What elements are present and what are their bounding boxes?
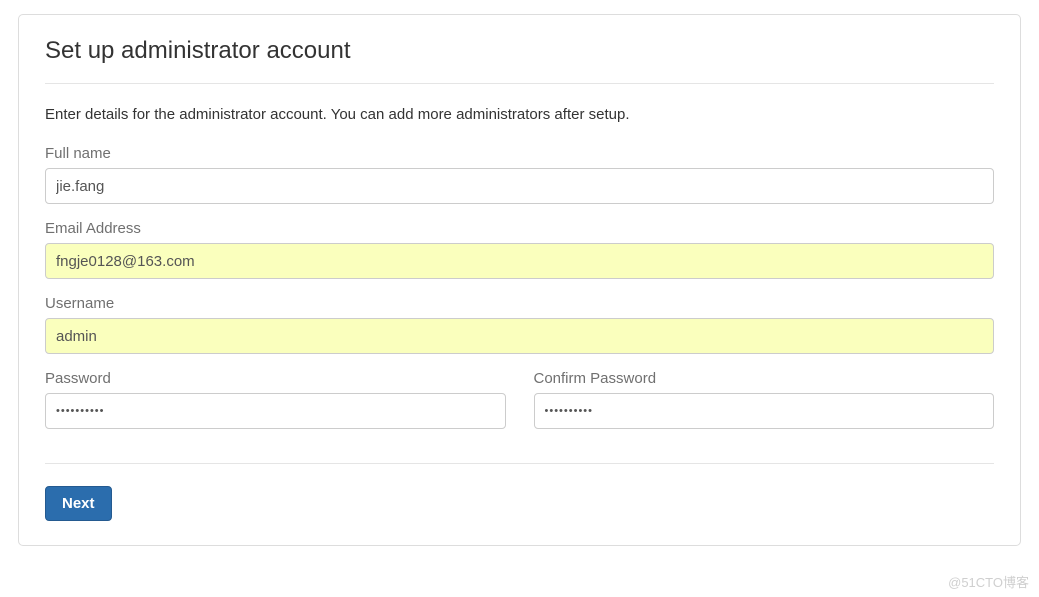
username-label: Username <box>45 295 994 312</box>
password-row: Password Confirm Password <box>45 370 994 445</box>
confirm-password-group: Confirm Password <box>534 370 995 429</box>
username-input[interactable] <box>45 318 994 354</box>
page-title: Set up administrator account <box>45 37 994 65</box>
password-group: Password <box>45 370 506 429</box>
fullname-group: Full name <box>45 145 994 204</box>
email-input[interactable] <box>45 243 994 279</box>
email-group: Email Address <box>45 220 994 279</box>
fullname-label: Full name <box>45 145 994 162</box>
divider-top <box>45 83 994 84</box>
watermark: @51CTO博客 <box>948 572 1029 591</box>
email-label: Email Address <box>45 220 994 237</box>
next-button[interactable]: Next <box>45 486 112 521</box>
confirm-password-input[interactable] <box>534 393 995 429</box>
password-label: Password <box>45 370 506 387</box>
setup-panel: Set up administrator account Enter detai… <box>18 14 1021 546</box>
password-input[interactable] <box>45 393 506 429</box>
setup-description: Enter details for the administrator acco… <box>45 106 994 123</box>
confirm-password-label: Confirm Password <box>534 370 995 387</box>
username-group: Username <box>45 295 994 354</box>
divider-bottom <box>45 463 994 464</box>
fullname-input[interactable] <box>45 168 994 204</box>
